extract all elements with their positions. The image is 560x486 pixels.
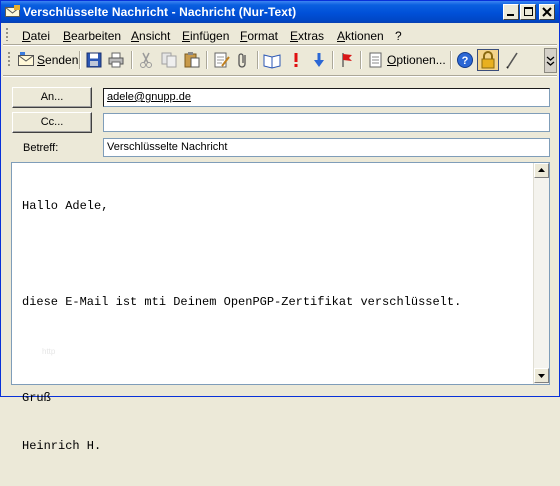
paste-icon[interactable]	[183, 51, 201, 69]
to-recipient[interactable]: adele@gnupp.de	[107, 91, 191, 103]
menu-extras[interactable]: Extras	[290, 29, 324, 43]
menu-einfuegen[interactable]: Einfügen	[182, 29, 229, 43]
message-line: Heinrich H.	[22, 439, 102, 453]
window-title: Verschlüsselte Nachricht - Nachricht (Nu…	[23, 5, 297, 19]
check-names-icon[interactable]	[213, 51, 231, 69]
cut-icon[interactable]	[137, 51, 155, 69]
address-book-icon[interactable]	[263, 51, 281, 69]
message-body[interactable]: Hallo Adele, diese E-Mail ist mti Deinem…	[11, 162, 550, 453]
title-bar[interactable]: Verschlüsselte Nachricht - Nachricht (Nu…	[1, 1, 559, 23]
signature-pen-icon[interactable]	[504, 51, 522, 69]
maximize-icon	[524, 7, 533, 16]
send-button[interactable]: Senden	[37, 53, 78, 67]
close-button[interactable]	[539, 4, 555, 20]
minimize-button[interactable]	[503, 4, 519, 20]
cc-field[interactable]	[103, 113, 550, 132]
options-icon[interactable]	[367, 51, 385, 69]
maximize-button[interactable]	[520, 4, 536, 20]
encrypt-lock-icon	[481, 51, 495, 69]
toolbar-separator	[206, 51, 208, 69]
help-icon[interactable]: ?	[456, 51, 474, 69]
menu-ansicht[interactable]: Ansicht	[131, 29, 170, 43]
toolbar-overflow-button[interactable]	[544, 48, 557, 73]
toolbar-separator	[79, 51, 81, 69]
options-button[interactable]: Optionen...	[387, 53, 446, 67]
toolbar-grip[interactable]	[7, 51, 11, 68]
message-line	[22, 246, 461, 262]
message-line: Hallo Adele,	[22, 199, 109, 213]
close-icon	[542, 7, 552, 17]
menu-format[interactable]: Format	[240, 29, 278, 43]
watermark-text: http	[42, 347, 56, 356]
menu-grip[interactable]	[5, 27, 9, 41]
arrow-up-icon	[538, 168, 545, 172]
menu-bearbeiten[interactable]: Bearbeiten	[63, 29, 121, 43]
toolbar-separator	[450, 51, 452, 69]
toolbar-separator	[257, 51, 259, 69]
send-icon[interactable]	[17, 51, 35, 69]
encrypt-toggle-button[interactable]	[477, 49, 499, 71]
menu-aktionen[interactable]: Aktionen	[337, 29, 384, 43]
attach-icon[interactable]	[234, 51, 252, 69]
importance-high-icon[interactable]	[287, 51, 305, 69]
envelope-app-icon	[5, 5, 20, 17]
standard-toolbar: Senden Optionen... ?	[1, 46, 559, 73]
compose-window: Verschlüsselte Nachricht - Nachricht (Nu…	[0, 0, 560, 453]
minimize-icon	[507, 14, 514, 16]
cc-button[interactable]: Cc...	[12, 112, 92, 133]
chevron-down-icon	[546, 56, 555, 66]
arrow-down-icon	[538, 374, 545, 378]
to-button[interactable]: An...	[12, 87, 92, 108]
scroll-up-button[interactable]	[534, 163, 549, 178]
toolbar-divider	[3, 75, 557, 77]
menu-help[interactable]: ?	[395, 29, 402, 43]
menu-bar: Datei Bearbeiten Ansicht Einfügen Format…	[1, 23, 559, 45]
message-text[interactable]: Hallo Adele, diese E-Mail ist mti Deinem…	[22, 166, 461, 486]
toolbar-separator	[332, 51, 334, 69]
subject-field[interactable]: Verschlüsselte Nachricht	[103, 138, 550, 157]
menu-datei[interactable]: Datei	[22, 29, 50, 43]
save-icon[interactable]	[85, 51, 103, 69]
message-line: diese E-Mail ist mti Deinem OpenPGP-Zert…	[22, 295, 462, 309]
toolbar-separator	[360, 51, 362, 69]
message-line	[22, 342, 461, 358]
copy-icon[interactable]	[160, 51, 178, 69]
print-icon[interactable]	[107, 51, 125, 69]
importance-low-icon[interactable]	[310, 51, 328, 69]
to-field[interactable]: adele@gnupp.de	[103, 88, 550, 107]
scroll-down-button[interactable]	[534, 368, 549, 383]
message-line: Gruß	[22, 391, 51, 405]
toolbar-separator	[131, 51, 133, 69]
vertical-scrollbar[interactable]	[533, 163, 549, 384]
svg-text:?: ?	[462, 55, 469, 67]
subject-label: Betreff:	[23, 142, 59, 154]
flag-icon[interactable]	[338, 51, 356, 69]
